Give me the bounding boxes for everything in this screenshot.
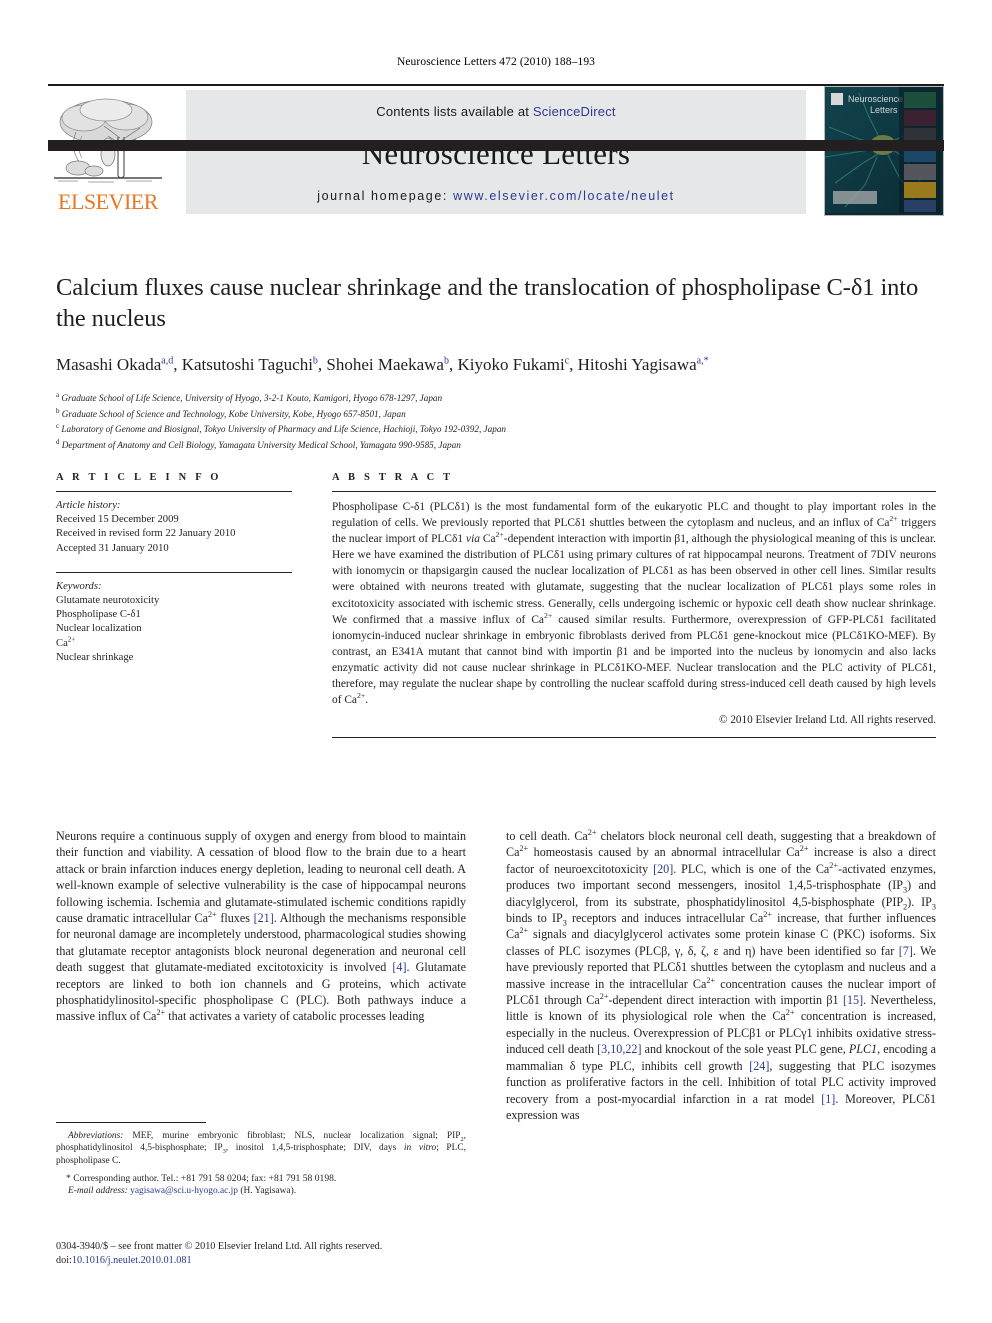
- title-block: Calcium fluxes cause nuclear shrinkage a…: [56, 272, 936, 452]
- abbreviations-note: Abbreviations: MEF, murine embryonic fib…: [56, 1131, 466, 1166]
- issn-line: 0304-3940/$ – see front matter © 2010 El…: [56, 1241, 383, 1252]
- affiliation-item: c Laboratory of Genome and Biosignal, To…: [56, 420, 936, 436]
- issn-doi-block: 0304-3940/$ – see front matter © 2010 El…: [56, 1240, 476, 1267]
- author-list: Masashi Okadaa,d, Katsutoshi Taguchib, S…: [56, 354, 936, 376]
- journal-homepage-link[interactable]: www.elsevier.com/locate/neulet: [453, 189, 675, 203]
- footnotes-block: Abbreviations: MEF, murine embryonic fib…: [56, 1122, 466, 1197]
- author-name: Katsutoshi Taguchi: [181, 355, 313, 374]
- affiliation-item: a Graduate School of Life Science, Unive…: [56, 389, 936, 405]
- citation-ref[interactable]: [4]: [392, 960, 406, 974]
- masthead-top-rule: [48, 84, 944, 86]
- affiliation-text: Department of Anatomy and Cell Biology, …: [61, 440, 461, 451]
- doi-label: doi:: [56, 1254, 72, 1266]
- affiliation-mark: c: [56, 422, 60, 431]
- citation-ref[interactable]: [20]: [653, 862, 673, 876]
- article-history-label: Article history:: [56, 500, 121, 511]
- affiliation-mark: a: [56, 391, 60, 399]
- keywords-block: Keywords: Glutamate neurotoxicity Phosph…: [56, 580, 292, 665]
- citation-ref[interactable]: [21]: [254, 911, 274, 925]
- abstract-body: Phospholipase C-δ1 (PLCδ1) is the most f…: [332, 501, 936, 707]
- abstract-bottom-rule: [332, 737, 936, 739]
- corresponding-author-note: * Corresponding author. Tel.: +81 791 58…: [66, 1172, 337, 1184]
- citation-ref[interactable]: [24]: [749, 1059, 769, 1073]
- affiliation-item: b Graduate School of Science and Technol…: [56, 405, 936, 421]
- keyword-item: Phospholipase C-δ1: [56, 609, 141, 621]
- citation-ref[interactable]: [7]: [899, 944, 913, 958]
- affiliation-mark: b: [56, 406, 60, 415]
- abstract-heading: A B S T R A C T: [332, 472, 454, 483]
- journal-cover-thumbnail: Neuroscience Letters: [824, 86, 944, 216]
- affiliation-item: d Department of Anatomy and Cell Biology…: [56, 436, 936, 452]
- email-note: E-mail address: yagisawa@sci.u-hyogo.ac.…: [56, 1185, 466, 1197]
- article-history-block: Article history: Received 15 December 20…: [56, 499, 292, 556]
- abstract-section: A B S T R A C T Phospholipase C-δ1 (PLCδ…: [332, 472, 936, 739]
- citation-ref[interactable]: [1]: [821, 1092, 835, 1106]
- email-link[interactable]: yagisawa@sci.u-hyogo.ac.jp: [130, 1186, 238, 1196]
- keywords-label: Keywords:: [56, 580, 102, 592]
- abstract-rule: [332, 491, 936, 492]
- article-history-item: Received 15 December 2009: [56, 514, 179, 526]
- article-history-item: Received in revised form 22 January 2010: [56, 528, 236, 540]
- elsevier-wordmark: ELSEVIER: [58, 189, 158, 214]
- author-affiliation-marks: a,*: [696, 355, 709, 367]
- abbreviations-label: Abbreviations:: [68, 1131, 124, 1141]
- doi-link[interactable]: 10.1016/j.neulet.2010.01.081: [72, 1255, 192, 1266]
- email-suffix: (H. Yagisawa).: [237, 1185, 297, 1196]
- citation-ref[interactable]: [15]: [843, 993, 863, 1007]
- keyword-item: Ca2+: [56, 635, 76, 649]
- author-separator: ,: [569, 355, 578, 374]
- homepage-prefix-text: journal homepage:: [317, 189, 454, 203]
- article-info-rule: [56, 491, 292, 492]
- journal-homepage-line: journal homepage: www.elsevier.com/locat…: [186, 189, 806, 203]
- keyword-superscript: 2+: [67, 635, 76, 644]
- affiliation-text: Graduate School of Life Science, Univers…: [61, 393, 443, 404]
- sciencedirect-link[interactable]: ScienceDirect: [533, 104, 616, 119]
- affiliation-text: Laboratory of Genome and Biosignal, Toky…: [61, 424, 507, 435]
- keyword-item: Glutamate neurotoxicity: [56, 595, 160, 607]
- affiliation-mark: d: [56, 437, 60, 446]
- contents-prefix-text: Contents lists available at: [376, 104, 533, 119]
- author-name: Kiyoko Fukami: [457, 355, 565, 374]
- author-affiliation-marks: a,d: [161, 355, 174, 367]
- masthead-bottom-bar: [48, 140, 944, 151]
- affiliation-text: Graduate School of Science and Technolog…: [61, 408, 406, 419]
- body-paragraph-right: to cell death. Ca2+ chelators block neur…: [506, 827, 937, 1122]
- svg-text:Letters: Letters: [870, 105, 898, 115]
- doi-line: doi:10.1016/j.neulet.2010.01.081: [56, 1254, 476, 1268]
- page-title: Calcium fluxes cause nuclear shrinkage a…: [56, 274, 919, 332]
- author-separator: ,: [173, 355, 182, 374]
- abstract-copyright: © 2010 Elsevier Ireland Ltd. All rights …: [719, 714, 936, 727]
- author-name: Masashi Okada: [56, 355, 162, 374]
- elsevier-logo: ELSEVIER: [48, 92, 168, 216]
- keywords-rule: [56, 571, 292, 573]
- author-name: Hitoshi Yagisawa: [577, 355, 697, 374]
- article-history-item: Accepted 31 January 2010: [56, 542, 169, 554]
- journal-band: Contents lists available at ScienceDirec…: [186, 90, 806, 214]
- body-column-left: Neurons require a continuous supply of o…: [56, 828, 466, 1025]
- keyword-item: Nuclear localization: [56, 623, 142, 635]
- body-column-right: to cell death. Ca2+ chelators block neur…: [506, 828, 936, 1123]
- email-label: E-mail address:: [68, 1185, 128, 1196]
- author-name: Shohei Maekawa: [326, 355, 444, 374]
- article-info-section: A R T I C L E I N F O Article history: R…: [56, 472, 292, 665]
- citation-ref[interactable]: [3,10,22]: [597, 1042, 641, 1056]
- journal-article-page: Neuroscience Letters 472 (2010) 188–193: [0, 0, 992, 1323]
- affiliation-list: a Graduate School of Life Science, Unive…: [56, 389, 936, 452]
- svg-text:Neuroscience: Neuroscience: [848, 94, 903, 104]
- contents-available-line: Contents lists available at ScienceDirec…: [186, 104, 806, 119]
- article-info-heading: A R T I C L E I N F O: [56, 472, 222, 483]
- body-paragraph-left: Neurons require a continuous supply of o…: [56, 829, 467, 1024]
- footnote-rule: [56, 1122, 206, 1123]
- running-head: Neuroscience Letters 472 (2010) 188–193: [396, 56, 596, 68]
- keyword-item: Nuclear shrinkage: [56, 651, 134, 663]
